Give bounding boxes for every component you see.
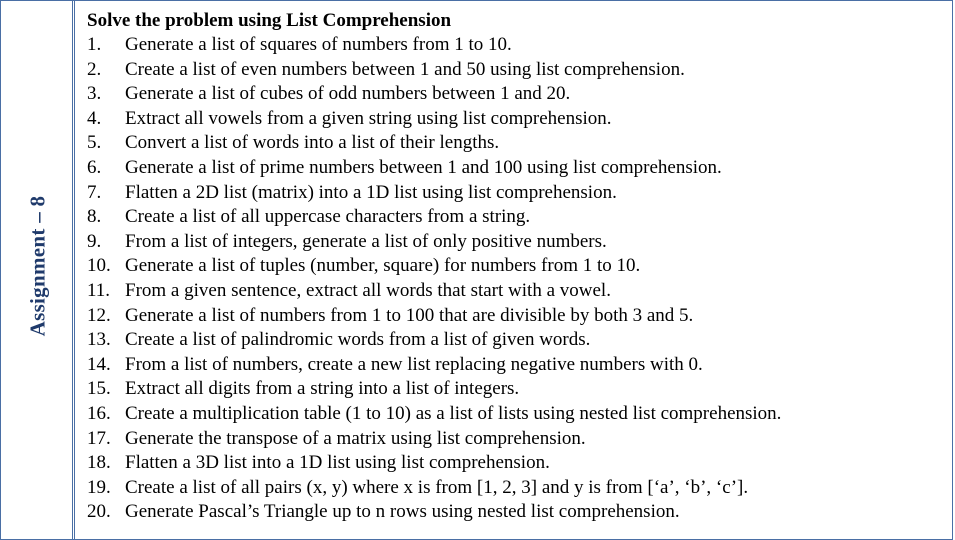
content-cell: Solve the problem using List Comprehensi…: [75, 1, 952, 539]
list-item-text: Generate Pascal’s Triangle up to n rows …: [125, 501, 680, 523]
list-item-number: 16.: [87, 402, 111, 424]
list-item-number: 19.: [87, 476, 111, 498]
list-item: 17. Generate the transpose of a matrix us…: [87, 427, 952, 452]
list-item-number: 11.: [87, 279, 111, 301]
list-item-number: 7.: [87, 181, 102, 203]
task-list: 1. Generate a list of squares of numbers …: [87, 33, 952, 525]
list-item-text: Create a list of all pairs (x, y) where …: [125, 476, 749, 498]
list-item-text: Generate a list of tuples (number, squar…: [125, 255, 641, 277]
list-item: 15. Extract all digits from a string into…: [87, 377, 952, 402]
assignment-table: Assignment – 8 Solve the problem using L…: [0, 0, 953, 540]
list-item-text: Extract all digits from a string into a …: [125, 378, 520, 400]
list-item: 20. Generate Pascal’s Triangle up to n ro…: [87, 500, 952, 525]
list-item-number: 17.: [87, 427, 111, 449]
assignment-label: Assignment – 8: [25, 195, 50, 337]
list-item: 12. Generate a list of numbers from 1 to …: [87, 304, 952, 329]
section-heading: Solve the problem using List Comprehensi…: [87, 10, 452, 31]
list-item: 6. Generate a list of prime numbers betwe…: [87, 156, 952, 181]
list-item: 18. Flatten a 3D list into a 1D list usin…: [87, 451, 952, 476]
list-item: 14. From a list of numbers, create a new …: [87, 353, 952, 378]
list-item-text: Flatten a 3D list into a 1D list using l…: [125, 452, 550, 474]
list-item: 7. Flatten a 2D list (matrix) into a 1D l…: [87, 181, 952, 206]
list-item-number: 18.: [87, 452, 111, 474]
list-item-text: Generate a list of prime numbers between…: [125, 156, 722, 178]
list-item: 9. From a list of integers, generate a li…: [87, 230, 952, 255]
list-item-text: Generate a list of numbers from 1 to 100…: [125, 304, 694, 326]
list-item-text: Generate a list of squares of numbers fr…: [125, 34, 512, 55]
list-item-text: From a given sentence, extract all words…: [125, 279, 611, 301]
list-item-text: Extract all vowels from a given string u…: [125, 107, 612, 129]
list-item: 11. From a given sentence, extract all wo…: [87, 279, 952, 304]
list-item-number: 1.: [87, 34, 102, 55]
list-item-number: 4.: [87, 107, 102, 129]
list-item: 1. Generate a list of squares of numbers …: [87, 33, 952, 58]
list-item: 2. Create a list of even numbers between …: [87, 58, 952, 83]
list-item-text: From a list of integers, generate a list…: [125, 230, 607, 252]
list-item: 16. Create a multiplication table (1 to 1…: [87, 402, 952, 427]
list-item-number: 13.: [87, 329, 111, 351]
list-item: 4. Extract all vowels from a given string…: [87, 107, 952, 132]
list-item-number: 20.: [87, 501, 111, 523]
list-item-number: 8.: [87, 206, 102, 228]
list-item-number: 2.: [87, 58, 102, 80]
list-item-text: Flatten a 2D list (matrix) into a 1D lis…: [125, 181, 617, 203]
list-item-number: 5.: [87, 132, 102, 154]
list-item: 10. Generate a list of tuples (number, sq…: [87, 254, 952, 279]
list-item-number: 10.: [87, 255, 111, 277]
list-item: 8. Create a list of all uppercase charact…: [87, 205, 952, 230]
list-item-text: From a list of numbers, create a new lis…: [125, 353, 703, 375]
list-item-text: Generate a list of cubes of odd numbers …: [125, 83, 571, 105]
list-item-number: 6.: [87, 156, 102, 178]
list-item: 3. Generate a list of cubes of odd number…: [87, 82, 952, 107]
list-item: 5. Convert a list of words into a list of…: [87, 131, 952, 156]
list-item: 13. Create a list of palindromic words fr…: [87, 328, 952, 353]
list-item: 19. Create a list of all pairs (x, y) whe…: [87, 476, 952, 501]
list-item-number: 12.: [87, 304, 111, 326]
list-item-number: 14.: [87, 353, 111, 375]
list-item-text: Create a list of palindromic words from …: [125, 329, 591, 351]
list-item-text: Create a list of all uppercase character…: [125, 206, 531, 228]
list-item-text: Generate the transpose of a matrix using…: [125, 427, 586, 449]
list-item-number: 9.: [87, 230, 102, 252]
list-item-text: Create a multiplication table (1 to 10) …: [125, 402, 782, 424]
list-item-text: Convert a list of words into a list of t…: [125, 132, 500, 154]
list-item-number: 3.: [87, 83, 102, 105]
assignment-side-cell: Assignment – 8: [1, 1, 75, 539]
list-item-number: 15.: [87, 378, 111, 400]
list-item-text: Create a list of even numbers between 1 …: [125, 58, 685, 80]
